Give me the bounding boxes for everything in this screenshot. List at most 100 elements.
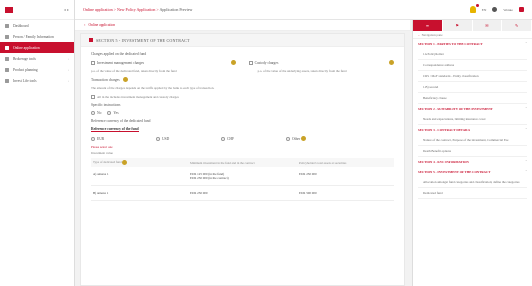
nav-item[interactable]: Nature of the contract, Purpose of the i… (418, 135, 527, 146)
sidebar-item-product-planning[interactable]: Product planning › (0, 64, 74, 75)
investment-charges-option: Investment management charges (91, 60, 237, 65)
breadcrumb-new-policy[interactable]: New Policy Application (117, 7, 155, 12)
chevron-right-icon: › (67, 56, 69, 61)
specific-instructions-label: Specific instructions (91, 102, 121, 107)
back-arrow-icon[interactable]: ‹ (84, 23, 85, 27)
all-charges-row: All in the includes investment managemen… (91, 95, 394, 99)
sidebar-item-dashboard[interactable]: Dashboard (0, 20, 74, 31)
sidebar-item-person-info[interactable]: Person / Family Information (0, 31, 74, 42)
currency-option-usd: USD (156, 136, 221, 142)
specific-row: Specific instructions (91, 103, 394, 107)
currency-option-other: Other (286, 136, 307, 142)
amount-row: The amount of the charges depends on the… (91, 86, 394, 90)
fund-type-cell: B) annexe 1 (91, 185, 188, 202)
charges-options-row: Investment management charges Custody ch… (91, 60, 394, 65)
application-form-panel: SECTION 5 - INVESTMENT OF THE CONTRACT C… (80, 33, 405, 286)
total-assets-cell: EUR 500 000 (297, 185, 394, 202)
sidebar-item-online-application[interactable]: Online application (0, 42, 74, 53)
chf-radio[interactable] (221, 137, 225, 142)
sidebar-item-label: Invest Life tools (13, 78, 37, 83)
table-row[interactable]: B) annexe 1 EUR 250 000 EUR 500 000 (91, 185, 394, 202)
chevron-right-icon: › (67, 78, 69, 83)
yes-label: Yes (113, 110, 119, 115)
info-icon[interactable] (231, 60, 237, 65)
currency-option-eur: EUR (91, 136, 156, 142)
nav-section-2[interactable]: SECTION 2 - SUITABILITY OF THE INVESTMEN… (413, 104, 532, 114)
nav-section-3[interactable]: SECTION 3 - CONTRACT DETAILS ˄ (413, 125, 532, 135)
amount-text: The amount of the charges depends on the… (91, 86, 215, 91)
section-header: SECTION 5 - INVESTMENT OF THE CONTRACT (81, 34, 404, 47)
eur-radio[interactable] (91, 137, 95, 142)
section-marker-icon (89, 38, 93, 42)
specific-yes-radio[interactable] (107, 110, 112, 115)
custody-charges-checkbox[interactable] (248, 60, 253, 65)
all-charges-checkbox[interactable] (91, 94, 95, 99)
planning-icon (5, 67, 9, 72)
topbar-actions: EN Wenke (469, 4, 524, 13)
info-icon[interactable] (122, 160, 128, 166)
sidebar-item-label: Dashboard (13, 23, 29, 28)
user-name[interactable]: Wenke (503, 8, 513, 12)
tab-messages[interactable]: ✉ (472, 20, 503, 31)
nav-section-1[interactable]: SECTION 1 - PARTIES TO THE CONTRACT ˄ (413, 39, 532, 49)
nav-item[interactable]: Correspondence address (418, 60, 527, 71)
chevron-up-icon: ˄ (525, 107, 527, 111)
tab-navigation[interactable]: ≡ (413, 20, 443, 31)
sidebar-item-brokerage-tools[interactable]: Brokerage tools › (0, 53, 74, 64)
sidebar-item-label: Person / Family Information (13, 34, 54, 39)
nav-item[interactable]: Needs and expectations, limiting insuran… (418, 114, 527, 125)
nav-item[interactable]: Death Benefit options (418, 146, 527, 157)
nav-item[interactable]: Allocation amongst fund categories and c… (418, 177, 527, 188)
nav-section-4[interactable]: SECTION 4 - KYC INFORMATION ˅ (413, 157, 532, 167)
notification-bell-icon[interactable] (469, 4, 479, 13)
logout-icon[interactable] (519, 7, 524, 12)
charges-label-row: Charges applied on the dedicated fund (91, 52, 394, 56)
column-header: Policyholder's total assets at securitie… (297, 158, 394, 168)
eur-label: EUR (97, 137, 105, 142)
specific-no-radio[interactable] (91, 110, 95, 115)
sidebar-item-invest-life-tools[interactable]: Invest Life tools › (0, 75, 74, 86)
navigation-pane: ≡ ⚑ ✉ ✎ – Navigation pane SECTION 1 - PA… (412, 20, 532, 286)
sidebar-item-label: Brokerage tools (13, 56, 36, 61)
sidebar-collapse-icon[interactable]: ◂ ▸ (64, 7, 69, 12)
top-bar: Online application > New Policy Applicat… (75, 0, 532, 20)
charges-label: Charges applied on the dedicated fund (91, 52, 147, 56)
nav-item[interactable]: CRS / MoF standards - Entity classificat… (418, 71, 527, 82)
nav-section-5[interactable]: SECTION 5 - INVESTMENT OF THE CONTRACT ˄ (413, 167, 532, 177)
pa-row: p.a. of the value of the dedicated fund,… (91, 69, 394, 73)
collapse-icon[interactable]: – (418, 33, 420, 37)
language-selector[interactable]: EN (482, 8, 487, 12)
ref-currency-bold-row: Reference currency of the fund (91, 127, 394, 132)
nav-item[interactable]: Beneficiary clause (418, 93, 527, 104)
back-link[interactable]: Online application (88, 23, 115, 27)
pa-fund-text: p.a. of the value of the dedicated fund,… (91, 69, 177, 73)
other-radio[interactable] (286, 136, 290, 141)
specific-options-row: No Yes (91, 110, 394, 115)
investment-value-row: Investment value (91, 151, 394, 155)
nav-item[interactable]: 1A Policyholder (418, 49, 527, 60)
table-header-row: Type of dedicated fund Minimum investmen… (91, 158, 394, 168)
fund-type-cell: A) annexe 1 (91, 167, 188, 187)
notification-badge (475, 4, 479, 7)
sub-header: ‹ Online application (75, 20, 410, 31)
total-assets-cell: EUR 250 000 (297, 167, 394, 187)
breadcrumb-online-application[interactable]: Online application (83, 7, 113, 12)
chevron-right-icon: › (67, 67, 69, 72)
document-icon (5, 45, 9, 50)
table-row[interactable]: A) annexe 1 EUR 125 000 (in the fund) EUR… (91, 167, 394, 187)
nav-item[interactable]: 1.B) second (418, 82, 527, 93)
info-icon[interactable] (122, 77, 128, 83)
please-select-row: Please select one (91, 145, 394, 149)
brand-logo (5, 6, 13, 13)
info-icon[interactable] (301, 136, 307, 142)
user-avatar-icon[interactable] (492, 7, 498, 12)
ref-currency-heading: Reference currency of the fund (91, 126, 139, 132)
tab-notes[interactable]: ✎ (502, 20, 532, 31)
investment-charges-checkbox[interactable] (91, 60, 95, 65)
tab-flags[interactable]: ⚑ (442, 20, 473, 31)
usd-radio[interactable] (156, 137, 160, 142)
nav-item[interactable]: Dedicated fund (418, 188, 527, 199)
info-icon[interactable] (389, 60, 394, 65)
pa-assets-text: p.a. of the value of the underlying asse… (257, 69, 347, 73)
all-charges-label: All in the includes investment managemen… (97, 94, 179, 99)
